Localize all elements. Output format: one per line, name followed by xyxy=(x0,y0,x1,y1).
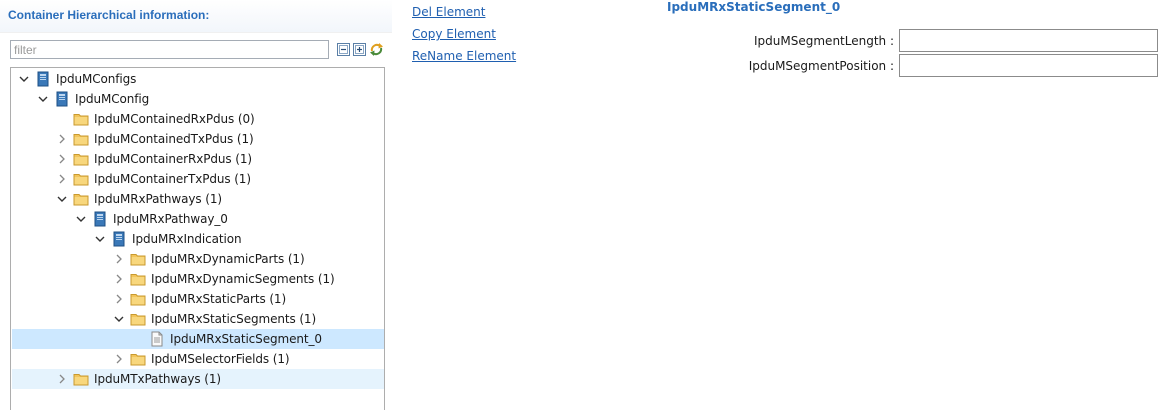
tree-item[interactable]: IpduMRxStaticSegment_0 xyxy=(12,329,384,349)
folder-icon xyxy=(73,191,89,207)
chevron-right-icon[interactable] xyxy=(56,373,68,385)
tree-item-label: IpduMRxDynamicSegments (1) xyxy=(151,272,335,286)
folder-icon xyxy=(73,131,89,147)
collapse-all-icon xyxy=(337,43,350,56)
tree-item[interactable]: IpduMSelectorFields (1) xyxy=(12,349,384,369)
expand-all-icon xyxy=(353,43,366,56)
folder-icon xyxy=(73,111,89,127)
tree-item[interactable]: IpduMConfig xyxy=(12,89,384,109)
folder-icon xyxy=(130,251,146,267)
document-icon xyxy=(149,331,165,347)
tree-item[interactable]: IpduMRxPathway_0 xyxy=(12,209,384,229)
segment-position-input[interactable] xyxy=(899,54,1158,77)
form-title: IpduMRxStaticSegment_0 xyxy=(667,0,841,14)
tree-item[interactable]: IpduMRxStaticParts (1) xyxy=(12,289,384,309)
collapse-all-button[interactable] xyxy=(336,42,351,57)
tree-item-label: IpduMContainerRxPdus (1) xyxy=(94,152,252,166)
chevron-down-icon[interactable] xyxy=(113,313,125,325)
chevron-right-icon[interactable] xyxy=(113,293,125,305)
tree-item[interactable]: IpduMRxPathways (1) xyxy=(12,189,384,209)
chevron-down-icon[interactable] xyxy=(37,93,49,105)
rename-element-link[interactable]: ReName Element xyxy=(412,49,516,63)
tree-item[interactable]: IpduMRxIndication xyxy=(12,229,384,249)
chevron-down-icon[interactable] xyxy=(56,193,68,205)
tree-item[interactable]: IpduMContainedTxPdus (1) xyxy=(12,129,384,149)
panel-title: Container Hierarchical information: xyxy=(8,8,210,22)
chevron-right-icon[interactable] xyxy=(56,173,68,185)
folder-icon xyxy=(130,271,146,287)
chevron-down-icon[interactable] xyxy=(18,73,30,85)
module-icon xyxy=(92,211,108,227)
tree-item[interactable]: IpduMConfigs xyxy=(12,69,384,89)
panel-header: Container Hierarchical information: xyxy=(0,0,392,33)
chevron-down-icon[interactable] xyxy=(94,233,106,245)
expand-all-button[interactable] xyxy=(352,42,367,57)
folder-icon xyxy=(130,351,146,367)
container-tree[interactable]: IpduMConfigs IpduMConfig IpduMContainedRxP… xyxy=(10,67,385,410)
tree-item-label: IpduMRxIndication xyxy=(132,232,242,246)
tree-item-label: IpduMContainedRxPdus (0) xyxy=(94,112,255,126)
segment-length-input[interactable] xyxy=(899,29,1158,52)
tree-item[interactable]: IpduMContainerRxPdus (1) xyxy=(12,149,384,169)
chevron-right-icon[interactable] xyxy=(113,253,125,265)
tree-item[interactable]: IpduMTxPathways (1) xyxy=(12,369,384,389)
tree-item-label: IpduMRxStaticSegment_0 xyxy=(170,332,322,346)
tree-item-label: IpduMRxStaticSegments (1) xyxy=(151,312,317,326)
sync-button[interactable] xyxy=(369,42,384,57)
chevron-right-icon[interactable] xyxy=(56,153,68,165)
del-element-link[interactable]: Del Element xyxy=(412,5,485,19)
module-icon xyxy=(111,231,127,247)
tree-item[interactable]: IpduMContainedRxPdus (0) xyxy=(12,109,384,129)
tree-item[interactable]: IpduMRxDynamicSegments (1) xyxy=(12,269,384,289)
folder-icon xyxy=(73,371,89,387)
tree-item[interactable]: IpduMRxStaticSegments (1) xyxy=(12,309,384,329)
tree-item-label: IpduMRxPathway_0 xyxy=(113,212,228,226)
tree-item-label: IpduMTxPathways (1) xyxy=(94,372,221,386)
container-hierarchy-panel: Container Hierarchical information: Ipdu… xyxy=(0,0,394,410)
chevron-down-icon[interactable] xyxy=(75,213,87,225)
sync-icon xyxy=(370,43,383,56)
tree-item-label: IpduMRxPathways (1) xyxy=(94,192,222,206)
tree-item-label: IpduMRxDynamicParts (1) xyxy=(151,252,305,266)
tree-item-label: IpduMContainedTxPdus (1) xyxy=(94,132,254,146)
tree-item[interactable]: IpduMContainerTxPdus (1) xyxy=(12,169,384,189)
tree-item-label: IpduMRxStaticParts (1) xyxy=(151,292,287,306)
module-icon xyxy=(54,91,70,107)
chevron-right-icon[interactable] xyxy=(113,273,125,285)
copy-element-link[interactable]: Copy Element xyxy=(412,27,496,41)
folder-icon xyxy=(130,291,146,307)
segment-length-label: IpduMSegmentLength : xyxy=(754,34,894,48)
segment-position-label: IpduMSegmentPosition : xyxy=(748,59,894,73)
folder-icon xyxy=(73,151,89,167)
module-icon xyxy=(35,71,51,87)
filter-input[interactable] xyxy=(10,40,329,59)
tree-item-label: IpduMContainerTxPdus (1) xyxy=(94,172,251,186)
tree-item-label: IpduMSelectorFields (1) xyxy=(151,352,290,366)
tree-item-label: IpduMConfig xyxy=(75,92,150,106)
folder-icon xyxy=(73,171,89,187)
chevron-right-icon[interactable] xyxy=(113,353,125,365)
tree-item[interactable]: IpduMRxDynamicParts (1) xyxy=(12,249,384,269)
tree-item-label: IpduMConfigs xyxy=(56,72,137,86)
chevron-right-icon[interactable] xyxy=(56,133,68,145)
folder-icon xyxy=(130,311,146,327)
